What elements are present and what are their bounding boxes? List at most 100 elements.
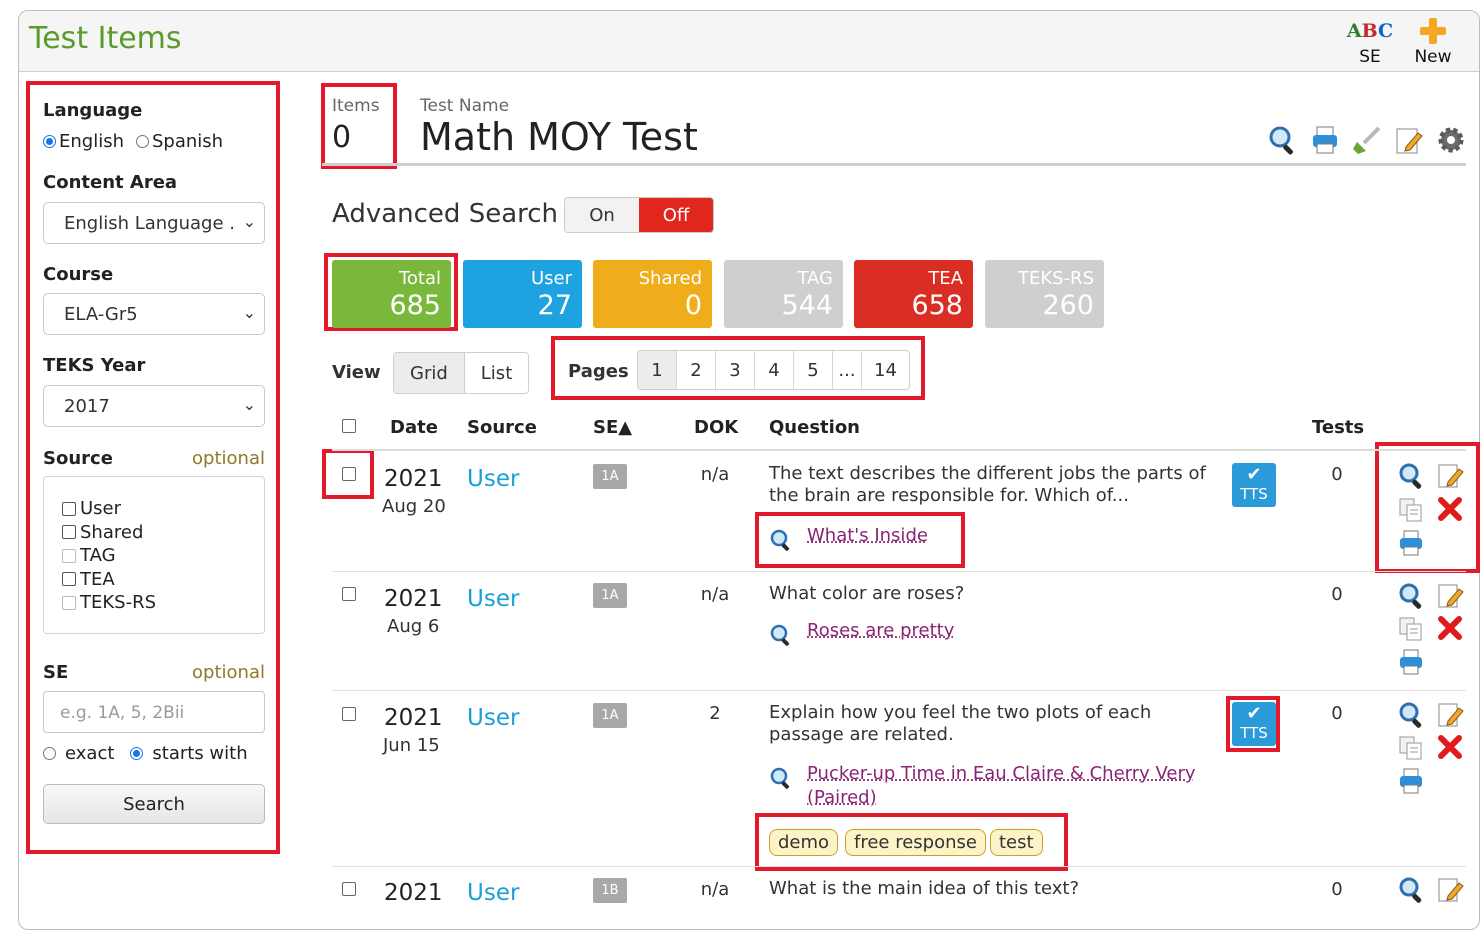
checkbox[interactable] bbox=[62, 596, 76, 610]
exact-radio[interactable] bbox=[43, 747, 56, 760]
preview-icon[interactable] bbox=[1398, 876, 1426, 908]
row-question[interactable]: What color are roses? bbox=[769, 583, 1209, 605]
starts-with-radio[interactable] bbox=[130, 747, 143, 760]
row-question[interactable]: Explain how you feel the two plots of ea… bbox=[769, 702, 1209, 746]
broom-icon[interactable] bbox=[1351, 124, 1383, 156]
gear-icon[interactable] bbox=[1435, 124, 1467, 156]
se-toolbar-label: SE bbox=[1345, 47, 1395, 67]
se-input[interactable]: e.g. 1A, 5, 2Bii bbox=[43, 691, 265, 733]
edit-pencil-icon[interactable] bbox=[1437, 462, 1465, 494]
stat-shared[interactable]: Shared 0 bbox=[593, 260, 712, 328]
page-2-button[interactable]: 2 bbox=[677, 351, 716, 389]
se-toolbar-button[interactable]: ABC SE bbox=[1345, 15, 1395, 67]
delete-x-icon[interactable] bbox=[1437, 496, 1463, 526]
row-checkbox[interactable] bbox=[342, 882, 356, 896]
header-divider bbox=[322, 163, 1466, 166]
preview-icon[interactable] bbox=[1398, 701, 1426, 733]
se-heading-label: SE bbox=[43, 662, 68, 683]
row-question[interactable]: The text describes the different jobs th… bbox=[769, 463, 1209, 507]
passage-link[interactable]: What's Inside bbox=[807, 524, 928, 548]
preview-icon[interactable] bbox=[1398, 462, 1426, 494]
page-1-button[interactable]: 1 bbox=[638, 351, 677, 389]
row-source-link[interactable]: User bbox=[467, 705, 519, 731]
edit-pencil-icon[interactable] bbox=[1393, 124, 1425, 156]
row-question[interactable]: What is the main idea of this text? bbox=[769, 878, 1209, 900]
page-4-button[interactable]: 4 bbox=[755, 351, 794, 389]
source-option-teks-rs[interactable]: TEKS-RS bbox=[62, 591, 264, 615]
table-header-divider bbox=[332, 449, 1466, 451]
source-option-shared[interactable]: Shared bbox=[62, 521, 264, 545]
print-icon[interactable] bbox=[1398, 767, 1424, 799]
column-tests[interactable]: Tests bbox=[1312, 417, 1364, 438]
row-checkbox[interactable] bbox=[342, 707, 356, 721]
column-dok[interactable]: DOK bbox=[694, 417, 738, 438]
stat-total[interactable]: Total 685 bbox=[332, 260, 451, 328]
magnifier-icon[interactable] bbox=[769, 623, 793, 651]
copy-icon[interactable] bbox=[1398, 616, 1426, 646]
row-checkbox[interactable] bbox=[342, 587, 356, 601]
magnifier-icon[interactable] bbox=[769, 766, 793, 794]
stat-tea[interactable]: TEA 658 bbox=[854, 260, 973, 328]
chevron-down-icon: ⌄ bbox=[243, 395, 256, 414]
preview-icon[interactable] bbox=[1398, 582, 1426, 614]
se-optional-label: optional bbox=[192, 662, 265, 683]
content-area-select[interactable]: English Language . ⌄ bbox=[43, 202, 265, 244]
edit-pencil-icon[interactable] bbox=[1437, 701, 1465, 733]
tts-badge[interactable]: ✔ TTS bbox=[1232, 702, 1276, 746]
magnifier-icon[interactable] bbox=[769, 528, 793, 556]
checkbox[interactable] bbox=[62, 502, 76, 516]
checkbox[interactable] bbox=[62, 549, 76, 563]
column-se[interactable]: SE▲ bbox=[593, 417, 632, 438]
view-switcher: Grid List bbox=[393, 352, 529, 394]
english-radio[interactable] bbox=[43, 135, 56, 148]
source-option-tag[interactable]: TAG bbox=[62, 544, 264, 568]
toggle-on-button[interactable]: On bbox=[565, 198, 639, 232]
copy-icon[interactable] bbox=[1398, 497, 1426, 527]
row-divider bbox=[332, 571, 1466, 572]
print-icon[interactable] bbox=[1398, 529, 1424, 561]
page-5-button[interactable]: 5 bbox=[794, 351, 833, 389]
column-date[interactable]: Date bbox=[390, 417, 438, 438]
page-14-button[interactable]: 14 bbox=[861, 351, 909, 389]
delete-x-icon[interactable] bbox=[1437, 734, 1463, 764]
row-source-link[interactable]: User bbox=[467, 466, 519, 492]
spanish-radio[interactable] bbox=[136, 135, 149, 148]
row-source-link[interactable]: User bbox=[467, 880, 519, 906]
source-heading: Source optional bbox=[43, 448, 265, 469]
teks-year-select[interactable]: 2017 ⌄ bbox=[43, 385, 265, 427]
view-list-button[interactable]: List bbox=[465, 353, 528, 393]
search-button[interactable]: Search bbox=[43, 784, 265, 824]
source-option-user[interactable]: User bbox=[62, 497, 264, 521]
copy-icon[interactable] bbox=[1398, 735, 1426, 765]
edit-pencil-icon[interactable] bbox=[1437, 876, 1465, 908]
print-icon[interactable] bbox=[1398, 648, 1424, 680]
course-select[interactable]: ELA-Gr5 ⌄ bbox=[43, 293, 265, 335]
preview-magnifier-icon[interactable] bbox=[1267, 124, 1299, 156]
tag-chip[interactable]: test bbox=[990, 829, 1043, 856]
checkbox[interactable] bbox=[62, 525, 76, 539]
passage-link[interactable]: Pucker-up Time in Eau Claire & Cherry Ve… bbox=[807, 762, 1207, 810]
row-source-link[interactable]: User bbox=[467, 586, 519, 612]
stat-user[interactable]: User 27 bbox=[463, 260, 582, 328]
new-toolbar-button[interactable]: New bbox=[1408, 15, 1458, 67]
column-source[interactable]: Source bbox=[467, 417, 537, 438]
printer-icon[interactable] bbox=[1309, 124, 1341, 156]
column-question[interactable]: Question bbox=[769, 417, 860, 438]
tag-chip[interactable]: demo bbox=[769, 829, 838, 856]
stat-teks-rs[interactable]: TEKS-RS 260 bbox=[985, 260, 1104, 328]
page-3-button[interactable]: 3 bbox=[716, 351, 755, 389]
row-checkbox[interactable] bbox=[342, 467, 356, 481]
edit-pencil-icon[interactable] bbox=[1437, 582, 1465, 614]
checkbox[interactable] bbox=[62, 572, 76, 586]
select-all-checkbox[interactable] bbox=[342, 419, 356, 433]
delete-x-icon[interactable] bbox=[1437, 615, 1463, 645]
title-bar: Test Items ABC SE New bbox=[19, 11, 1479, 72]
toggle-off-button[interactable]: Off bbox=[639, 198, 713, 232]
source-option-tea[interactable]: TEA bbox=[62, 568, 264, 592]
tag-chip[interactable]: free response bbox=[845, 829, 986, 856]
view-grid-button[interactable]: Grid bbox=[394, 353, 465, 393]
plus-icon bbox=[1408, 15, 1458, 47]
stat-tag[interactable]: TAG 544 bbox=[724, 260, 843, 328]
passage-link[interactable]: Roses are pretty bbox=[807, 619, 954, 643]
tts-badge[interactable]: ✔ TTS bbox=[1232, 463, 1276, 507]
